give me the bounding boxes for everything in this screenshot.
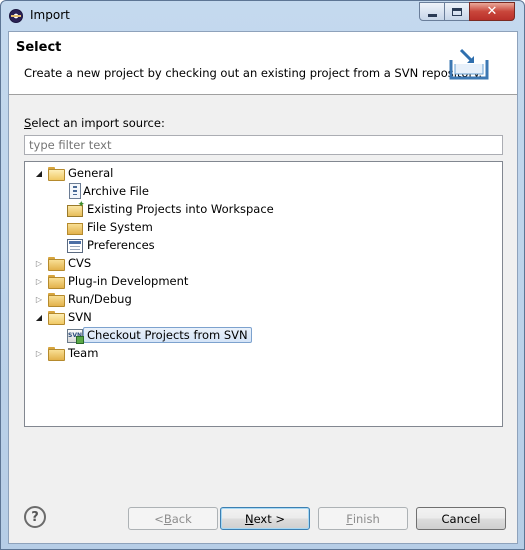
import-source-tree[interactable]: ◢ General Archive File Existing Projects…: [24, 161, 503, 427]
back-button[interactable]: < Back: [128, 507, 218, 530]
tree-node-label: Plug-in Development: [68, 274, 189, 288]
page-title: Select: [16, 40, 62, 55]
minimize-button[interactable]: [419, 2, 445, 21]
tree-node-label: SVN: [68, 310, 92, 324]
tree-node-label: CVS: [68, 256, 92, 270]
maximize-button[interactable]: [444, 2, 470, 21]
import-source-label-text: elect an import source:: [31, 116, 165, 130]
folder-icon: [48, 257, 65, 271]
cancel-button[interactable]: Cancel: [416, 507, 506, 530]
minimize-icon: [427, 13, 437, 17]
tree-node-archive-file[interactable]: Archive File: [67, 182, 149, 200]
tree-node-label: File System: [87, 220, 153, 234]
folder-icon: [48, 347, 65, 361]
svn-checkout-icon: SVN: [67, 329, 84, 344]
next-button-label: ext >: [253, 511, 286, 526]
tree-node-existing-projects[interactable]: Existing Projects into Workspace: [67, 200, 274, 218]
expanded-arrow-icon[interactable]: ◢: [34, 312, 44, 322]
existing-projects-icon: [67, 200, 85, 217]
close-icon: ✕: [486, 4, 498, 19]
folder-open-icon: [48, 311, 65, 325]
tree-node-label: Preferences: [87, 238, 155, 252]
tree-node-label: Team: [68, 346, 99, 360]
import-source-label: Select an import source:: [24, 116, 165, 130]
next-button[interactable]: Next >: [220, 507, 310, 530]
tree-node-label: Archive File: [83, 184, 149, 198]
help-icon: ?: [31, 509, 39, 525]
back-accelerator: B: [163, 511, 172, 526]
file-system-icon: [67, 223, 83, 235]
back-button-prefix: <: [154, 511, 164, 526]
page-description: Create a new project by checking out an …: [24, 66, 483, 80]
tree-node-run-debug[interactable]: ▷ Run/Debug: [34, 290, 132, 308]
window-title: Import: [30, 8, 70, 22]
tree-node-label: Checkout Projects from SVN: [83, 327, 252, 343]
next-accelerator: N: [244, 511, 254, 526]
archive-file-icon: [69, 183, 81, 199]
back-button-label: ack: [171, 511, 192, 526]
title-bar[interactable]: Import ✕: [1, 1, 524, 31]
maximize-icon: [452, 7, 462, 16]
eclipse-app-icon: [9, 9, 23, 23]
tree-node-team[interactable]: ▷ Team: [34, 344, 98, 362]
tree-node-file-system[interactable]: File System: [67, 218, 153, 236]
folder-icon: [48, 275, 65, 289]
folder-icon: [48, 293, 65, 307]
wizard-banner: Select Create a new project by checking …: [9, 32, 517, 95]
finish-button[interactable]: Finish: [318, 507, 408, 530]
expanded-arrow-icon[interactable]: ◢: [34, 168, 44, 178]
filter-input[interactable]: [24, 135, 503, 155]
dialog-content: Select Create a new project by checking …: [8, 31, 518, 544]
cancel-button-label: Cancel: [441, 511, 481, 526]
tree-node-cvs[interactable]: ▷ CVS: [34, 254, 91, 272]
import-dialog: Import ✕ Select Create a new project by …: [0, 0, 525, 550]
folder-open-icon: [48, 167, 65, 181]
finish-button-label: inish: [352, 511, 380, 526]
collapsed-arrow-icon[interactable]: ▷: [34, 258, 44, 268]
tree-node-svn[interactable]: ◢ SVN: [34, 308, 92, 326]
close-button[interactable]: ✕: [469, 2, 515, 21]
help-button[interactable]: ?: [24, 506, 46, 528]
tree-node-preferences[interactable]: Preferences: [67, 236, 155, 254]
tree-node-label: Run/Debug: [68, 292, 132, 306]
tree-node-label: Existing Projects into Workspace: [87, 202, 274, 216]
collapsed-arrow-icon[interactable]: ▷: [34, 276, 44, 286]
tree-node-general[interactable]: ◢ General: [34, 164, 113, 182]
collapsed-arrow-icon[interactable]: ▷: [34, 348, 44, 358]
finish-accelerator: F: [346, 511, 353, 526]
preferences-icon: [67, 239, 83, 253]
collapsed-arrow-icon[interactable]: ▷: [34, 294, 44, 304]
import-wizard-icon: [449, 48, 489, 80]
tree-node-checkout-svn[interactable]: SVN Checkout Projects from SVN: [67, 326, 252, 344]
tree-node-label: General: [68, 166, 114, 180]
tree-node-plugin-development[interactable]: ▷ Plug-in Development: [34, 272, 188, 290]
